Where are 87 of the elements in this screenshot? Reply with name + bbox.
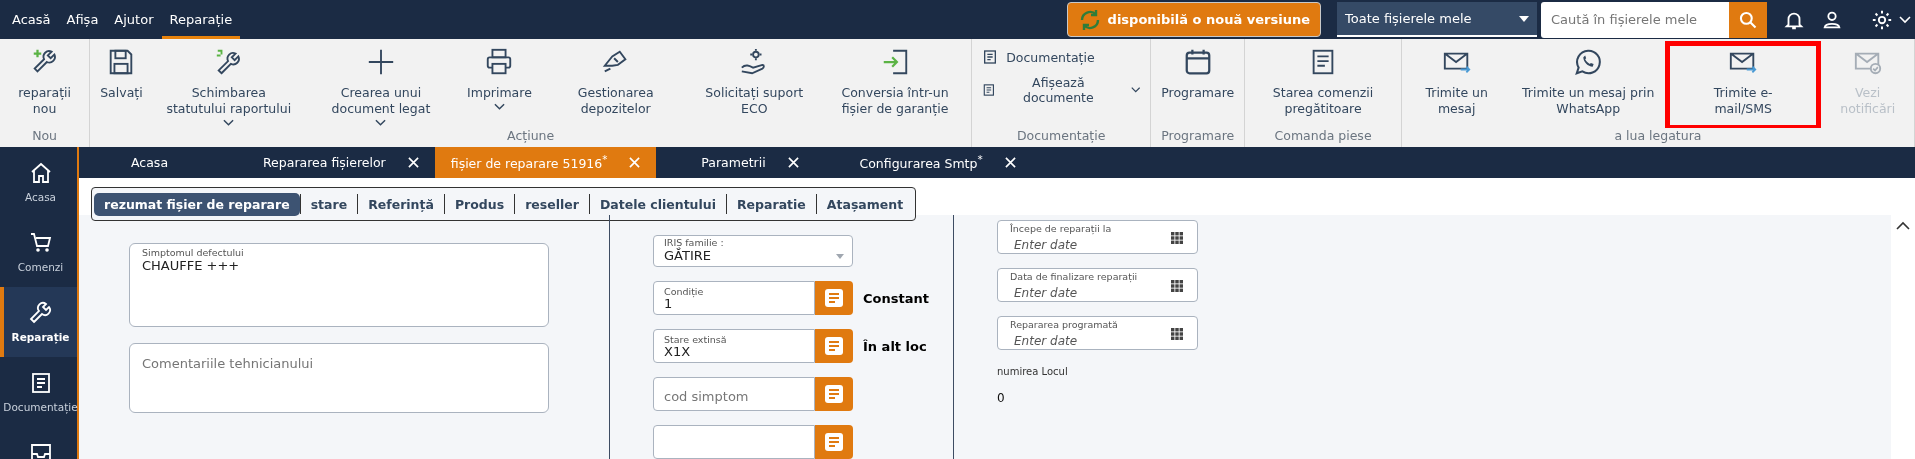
text-field[interactable]: cod simptom: [653, 377, 815, 411]
ribbon-button[interactable]: Programare: [1151, 39, 1245, 128]
caret-icon[interactable]: [1899, 15, 1911, 24]
date-field[interactable]: Data de finalizare reparații Enter date: [997, 268, 1198, 302]
subtab[interactable]: Reparatie: [727, 192, 816, 216]
note-button[interactable]: [815, 281, 853, 315]
whatsapp-icon: [1573, 47, 1604, 77]
document-icon: [982, 49, 999, 65]
ribbon-group-label: Programare: [1160, 128, 1236, 145]
settings-icon[interactable]: [1871, 8, 1893, 31]
date-field[interactable]: Repararea programată Enter date: [997, 316, 1198, 350]
ribbon-button[interactable]: Trimite e-mail/SMS: [1665, 39, 1822, 128]
inbox-icon: [28, 441, 53, 459]
comments-field[interactable]: Comentariile tehnicianului: [129, 343, 549, 413]
sidebar-item[interactable]: Documentație: [0, 357, 77, 427]
note-icon: [824, 336, 844, 356]
ribbon-group-label: a lua legatura: [1613, 128, 1703, 145]
ribbon-list-button[interactable]: Documentație: [982, 47, 1141, 67]
status-text: Constant: [863, 290, 929, 306]
note-icon: [824, 384, 844, 404]
subtab[interactable]: Datele clientului: [589, 192, 726, 216]
ribbon-group-label: Nou: [31, 128, 59, 145]
ribbon-group-label: Documentație: [1015, 128, 1107, 145]
wrench-icon: [28, 301, 53, 325]
cart-icon: [28, 231, 53, 255]
ribbon-button[interactable]: Conversia într-un fișier de garanție: [818, 39, 972, 128]
note-button[interactable]: [815, 329, 853, 363]
text-field[interactable]: Condiție 1: [653, 281, 815, 315]
field-label: numirea Locul: [997, 366, 1069, 377]
text-field[interactable]: [653, 425, 815, 459]
close-icon[interactable]: [407, 157, 419, 168]
ribbon-group-label: Acțiune: [506, 128, 556, 145]
file-filter-dropdown[interactable]: Toate fișierele mele: [1337, 2, 1537, 37]
note-button[interactable]: [815, 425, 853, 459]
search-icon: [1738, 9, 1758, 30]
date-field[interactable]: Începe de reparații la Enter date: [997, 220, 1198, 254]
tab[interactable]: Repararea fișierelor: [247, 147, 435, 178]
sidebar-item[interactable]: Acasa: [0, 147, 77, 217]
ribbon-button[interactable]: Trimite un mesaj: [1401, 39, 1512, 128]
ribbon-button[interactable]: reparații nou: [0, 39, 90, 128]
sidebar-item[interactable]: Comenzi: [0, 217, 77, 287]
status-text: În alt loc: [863, 338, 927, 354]
subtab[interactable]: rezumat fișier de reparare: [94, 192, 300, 216]
subtab[interactable]: Produs: [444, 192, 515, 216]
symptom-field[interactable]: Simptomul defectului CHAUFFE +++: [129, 243, 549, 327]
menu-item[interactable]: Ajutor: [106, 0, 162, 39]
ribbon-group-label: Comanda piese: [1273, 128, 1373, 145]
chevron-icon: [493, 103, 505, 111]
family-select[interactable]: IRIȘ familie : GĂTIRE: [653, 235, 853, 267]
subtab[interactable]: reseller: [515, 192, 589, 216]
tab[interactable]: Configurarea Smtp$^{*}$: [843, 147, 1032, 178]
ribbon-button[interactable]: Trimite un mesaj prin WhatsApp: [1511, 39, 1666, 128]
ribbon-button[interactable]: Gestionarea depozitelor: [541, 39, 690, 128]
chevron-icon: [1130, 86, 1141, 94]
close-icon[interactable]: [1004, 157, 1016, 168]
subtab[interactable]: stare: [300, 192, 358, 216]
note-button[interactable]: [815, 377, 853, 411]
ribbon-button[interactable]: Solicitați suport ECO: [689, 39, 819, 128]
caret-icon: [1519, 15, 1529, 22]
sidebar-item[interactable]: Reparație: [0, 287, 77, 357]
ribbon-list-button[interactable]: Afișează documente: [982, 73, 1141, 107]
tab[interactable]: Parametrii: [656, 147, 844, 178]
search-button[interactable]: [1729, 1, 1767, 38]
calendar-icon[interactable]: [1171, 328, 1183, 340]
search-field[interactable]: Caută în fișierele mele: [1541, 1, 1729, 38]
text-field[interactable]: Stare extinsă X1X: [653, 329, 815, 363]
field-value: 0: [997, 391, 1006, 405]
menu-item[interactable]: Afișa: [58, 0, 107, 39]
chevron-icon: [375, 119, 387, 127]
note-icon: [824, 432, 844, 452]
document-icon: [982, 82, 996, 98]
calendar-icon[interactable]: [1171, 280, 1183, 292]
ribbon-button[interactable]: Starea comenzii pregătitoare: [1245, 39, 1401, 128]
caret-icon: [836, 254, 844, 259]
close-icon[interactable]: [787, 157, 799, 168]
scroll-up-icon[interactable]: [1896, 221, 1910, 231]
ribbon-button[interactable]: Schimbarea statutului raportului: [152, 39, 305, 128]
ribbon-button[interactable]: Imprimare: [457, 39, 542, 128]
tab[interactable]: Acasa: [111, 147, 247, 178]
note-icon: [824, 288, 844, 308]
subtab[interactable]: Referință: [358, 192, 444, 216]
chevron-icon: [223, 119, 235, 127]
ribbon-button[interactable]: Crearea unui document legat: [304, 39, 458, 128]
ribbon-button[interactable]: Salvați: [90, 39, 153, 128]
subtab[interactable]: Atașament: [816, 192, 914, 216]
menu-item[interactable]: Acasă: [4, 0, 59, 39]
calendar-icon[interactable]: [1171, 232, 1183, 244]
